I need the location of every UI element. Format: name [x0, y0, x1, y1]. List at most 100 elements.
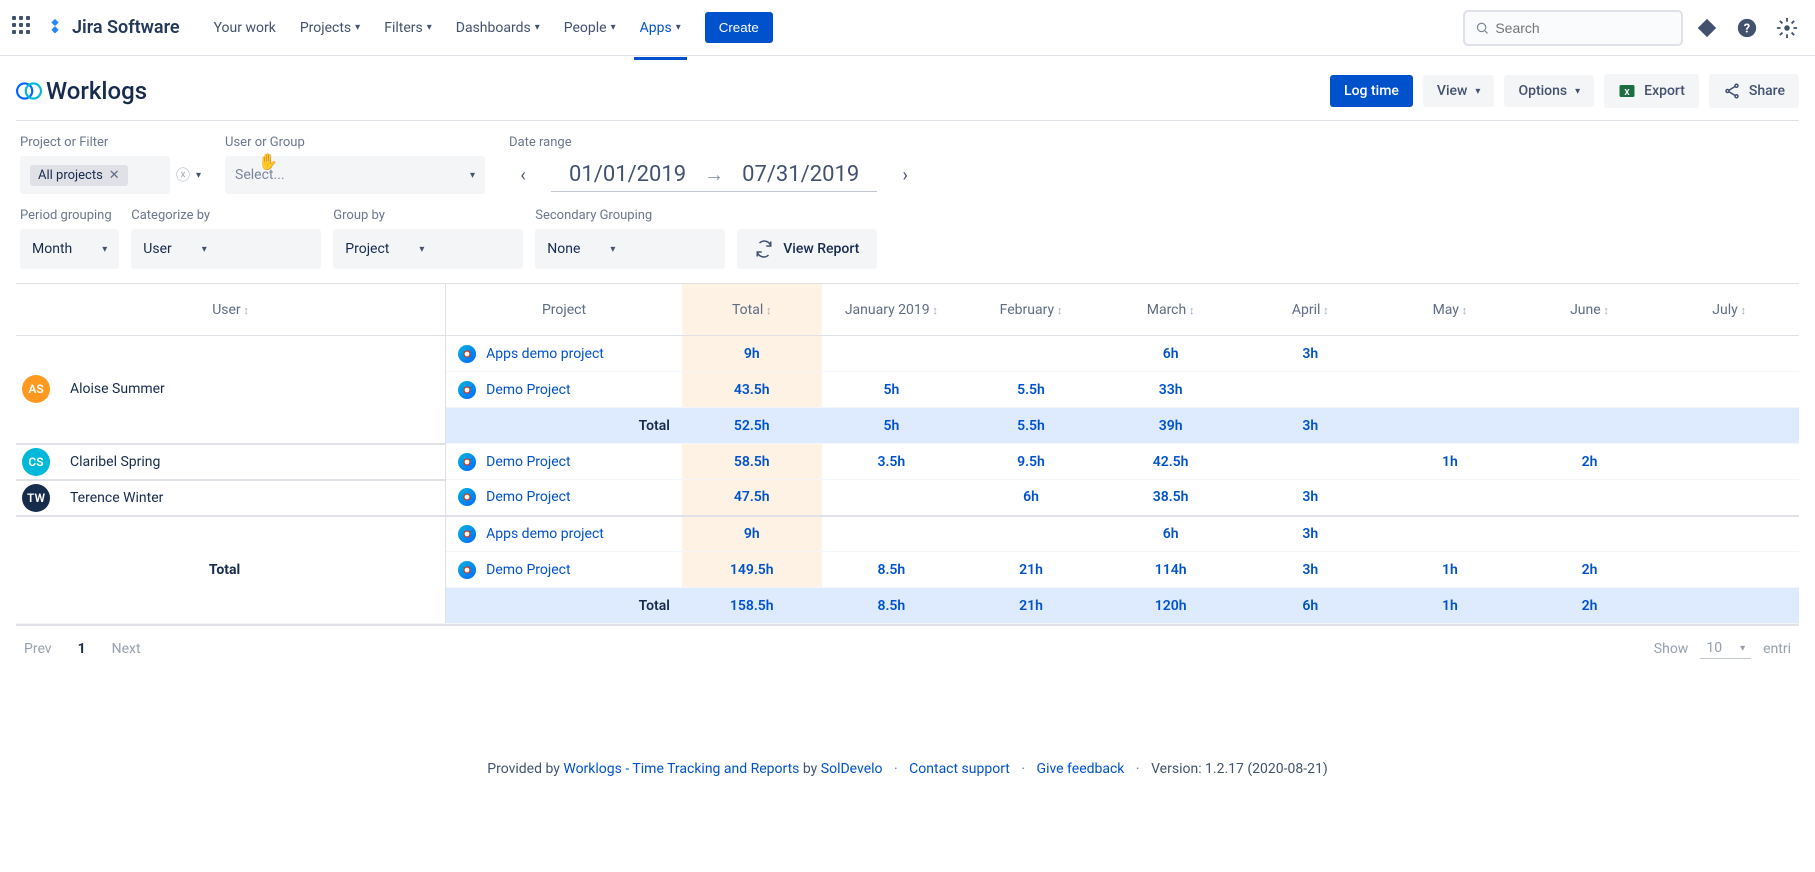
hours-value[interactable]: 9h	[744, 526, 760, 542]
hours-value[interactable]: 21h	[1019, 562, 1043, 578]
nav-projects[interactable]: Projects▾	[290, 12, 370, 44]
col-month-0[interactable]: January 2019	[822, 284, 962, 336]
hours-value[interactable]: 3h	[1302, 489, 1318, 505]
hours-value[interactable]: 42.5h	[1153, 454, 1189, 470]
hours-value[interactable]: 1h	[1442, 598, 1458, 614]
period-select[interactable]: Month▾	[20, 229, 119, 269]
chevron-down-icon: ▾	[1475, 86, 1480, 97]
project-link[interactable]: Demo Project	[486, 382, 570, 398]
hours-value[interactable]: 9h	[744, 346, 760, 362]
footer-support-link[interactable]: Contact support	[909, 761, 1010, 777]
nav-filters[interactable]: Filters▾	[374, 12, 442, 44]
hours-value[interactable]: 149.5h	[730, 562, 774, 578]
hours-value[interactable]: 3h	[1302, 418, 1318, 434]
hours-value[interactable]: 6h	[1163, 526, 1179, 542]
settings-icon[interactable]	[1771, 12, 1803, 44]
hours-value[interactable]: 3h	[1302, 346, 1318, 362]
hours-value[interactable]: 5.5h	[1017, 418, 1045, 434]
view-report-button[interactable]: View Report	[737, 229, 877, 269]
project-link[interactable]: Demo Project	[486, 562, 570, 578]
footer-vendor-link[interactable]: SolDevelo	[821, 761, 883, 777]
hours-value[interactable]: 38.5h	[1153, 489, 1189, 505]
date-next-button[interactable]: ›	[891, 156, 919, 194]
search-input[interactable]	[1495, 20, 1671, 36]
hours-value[interactable]: 3.5h	[877, 454, 905, 470]
product-name: Jira Software	[72, 17, 180, 38]
nav-people[interactable]: People▾	[554, 12, 626, 44]
hours-value[interactable]: 2h	[1582, 454, 1598, 470]
pager-size-select[interactable]: 10 ▾	[1700, 638, 1751, 659]
hours-value[interactable]: 158.5h	[730, 598, 774, 614]
col-month-1[interactable]: February	[961, 284, 1101, 336]
hours-value[interactable]: 21h	[1019, 598, 1043, 614]
export-button[interactable]: X Export	[1604, 74, 1699, 108]
hours-value[interactable]: 2h	[1582, 598, 1598, 614]
grand-row: TotalApps demo project9h6h3h	[16, 516, 1799, 552]
share-button[interactable]: Share	[1709, 74, 1799, 108]
footer-feedback-link[interactable]: Give feedback	[1037, 761, 1125, 777]
secondary-select[interactable]: None▾	[535, 229, 725, 269]
hours-value[interactable]: 6h	[1163, 346, 1179, 362]
hours-value[interactable]: 114h	[1155, 562, 1187, 578]
remove-chip-icon[interactable]: ✕	[109, 168, 120, 183]
date-prev-button[interactable]: ‹	[509, 156, 537, 194]
date-range-box[interactable]: 01/01/2019 → 07/31/2019	[551, 158, 877, 192]
app-switcher-icon[interactable]	[12, 16, 36, 40]
project-filter-control[interactable]: All projects ✕	[20, 156, 170, 194]
project-link[interactable]: Demo Project	[486, 489, 570, 505]
nav-your-work[interactable]: Your work	[204, 12, 286, 44]
hours-value[interactable]: 5h	[883, 418, 899, 434]
hours-value[interactable]: 33h	[1159, 382, 1183, 398]
nav-dashboards[interactable]: Dashboards▾	[446, 12, 550, 44]
log-time-button[interactable]: Log time	[1330, 75, 1413, 107]
options-button[interactable]: Options▾	[1504, 75, 1594, 107]
hours-value[interactable]: 5.5h	[1017, 382, 1045, 398]
user-filter-control[interactable]: Select... ▾	[225, 156, 485, 194]
project-link[interactable]: Apps demo project	[486, 346, 604, 362]
search-box[interactable]	[1463, 10, 1683, 46]
hours-value[interactable]: 43.5h	[734, 382, 770, 398]
hours-value[interactable]: 5h	[883, 382, 899, 398]
hours-value[interactable]: 8.5h	[877, 598, 905, 614]
pager-next[interactable]: Next	[112, 641, 141, 657]
create-button[interactable]: Create	[705, 12, 773, 43]
hours-value[interactable]: 120h	[1155, 598, 1187, 614]
project-link[interactable]: Apps demo project	[486, 526, 604, 542]
project-icon	[458, 488, 476, 506]
col-month-3[interactable]: April	[1240, 284, 1380, 336]
hours-value[interactable]: 3h	[1302, 562, 1318, 578]
clear-project-icon[interactable]: ⓧ	[176, 165, 190, 185]
view-button[interactable]: View▾	[1423, 75, 1495, 107]
categorize-select[interactable]: User▾	[131, 229, 321, 269]
hours-value[interactable]: 39h	[1159, 418, 1183, 434]
col-month-4[interactable]: May	[1380, 284, 1520, 336]
footer-app-link[interactable]: Worklogs - Time Tracking and Reports	[563, 761, 799, 777]
col-month-5[interactable]: June	[1520, 284, 1660, 336]
hours-value[interactable]: 9.5h	[1017, 454, 1045, 470]
col-month-6[interactable]: July	[1659, 284, 1799, 336]
worklogs-app-icon	[16, 78, 42, 104]
groupby-select[interactable]: Project▾	[333, 229, 523, 269]
col-user[interactable]: User	[16, 284, 446, 336]
hours-value[interactable]: 8.5h	[877, 562, 905, 578]
hours-value[interactable]: 47.5h	[734, 489, 770, 505]
project-link[interactable]: Demo Project	[486, 454, 570, 470]
hours-value[interactable]: 1h	[1442, 562, 1458, 578]
col-total[interactable]: Total	[682, 284, 822, 336]
hours-value[interactable]: 6h	[1023, 489, 1039, 505]
hours-value[interactable]: 2h	[1582, 562, 1598, 578]
nav-apps[interactable]: Apps▾	[630, 12, 691, 44]
help-icon[interactable]: ?	[1731, 12, 1763, 44]
hours-value[interactable]: 58.5h	[734, 454, 770, 470]
hours-value[interactable]: 1h	[1442, 454, 1458, 470]
pager-prev[interactable]: Prev	[24, 641, 52, 657]
notifications-icon[interactable]	[1691, 12, 1723, 44]
hours-value[interactable]: 3h	[1302, 526, 1318, 542]
global-nav: Jira Software Your work Projects▾ Filter…	[0, 0, 1815, 56]
footer-version: Version: 1.2.17 (2020-08-21)	[1151, 761, 1328, 777]
col-month-2[interactable]: March	[1101, 284, 1241, 336]
hours-value[interactable]: 6h	[1302, 598, 1318, 614]
chevron-down-icon[interactable]: ▾	[196, 170, 201, 181]
hours-value[interactable]: 52.5h	[734, 418, 770, 434]
product-logo[interactable]: Jira Software	[44, 17, 180, 39]
